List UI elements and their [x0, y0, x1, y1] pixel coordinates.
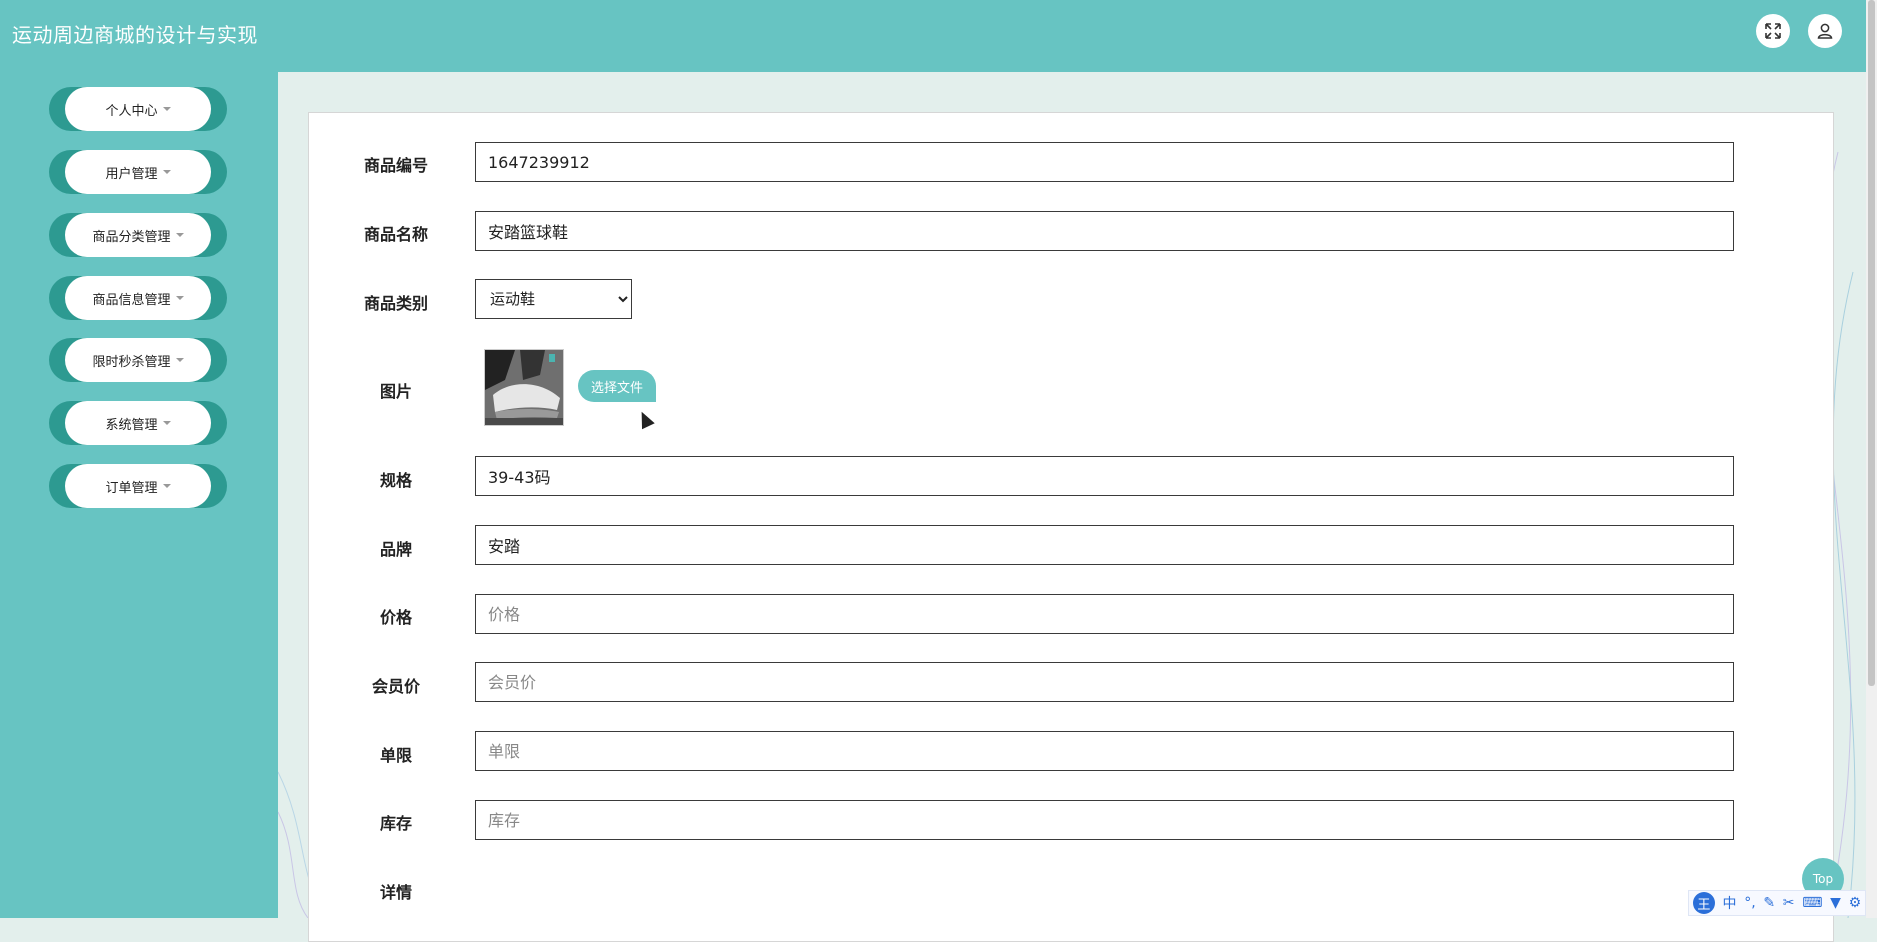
caret-down-icon	[162, 170, 171, 174]
ime-pen-icon[interactable]: ✎	[1763, 895, 1775, 911]
ime-keyboard-icon[interactable]: ⌨	[1802, 895, 1822, 911]
sidebar-item-pill: 商品信息管理	[65, 276, 211, 320]
spec-input[interactable]	[475, 456, 1734, 496]
sidebar-item-label: 个人中心	[105, 103, 158, 119]
brand-label: 品牌	[379, 540, 412, 559]
ime-settings-icon[interactable]: ⚙	[1849, 895, 1862, 911]
spec-label: 规格	[379, 471, 412, 490]
ime-mode-indicator[interactable]: 中	[1723, 893, 1737, 913]
sidebar-item-label: 用户管理	[105, 166, 158, 182]
sidebar-item-label: 订单管理	[105, 480, 158, 496]
fullscreen-button[interactable]	[1756, 14, 1790, 48]
ime-toolbar[interactable]: 王 中 °, ✎ ✂ ⌨ ▼ ⚙	[1688, 890, 1866, 916]
category-select[interactable]: 运动鞋	[475, 279, 632, 319]
sidebar-item-label: 商品信息管理	[92, 292, 171, 308]
product-no-label: 商品编号	[363, 156, 428, 175]
price-label: 价格	[379, 608, 412, 627]
caret-down-icon	[175, 296, 184, 300]
price-input[interactable]	[475, 594, 1734, 634]
ime-scissors-icon[interactable]: ✂	[1783, 895, 1795, 911]
caret-down-icon	[162, 484, 171, 488]
sidebar-item-user-management[interactable]: 用户管理	[49, 150, 227, 194]
sidebar-item-order-management[interactable]: 订单管理	[49, 464, 227, 508]
sidebar-item-label: 限时秒杀管理	[92, 354, 171, 370]
ime-punctuation-icon[interactable]: °,	[1744, 895, 1755, 911]
sidebar-item-pill: 用户管理	[65, 150, 211, 194]
product-name-label: 商品名称	[363, 225, 428, 244]
caret-down-icon	[175, 358, 184, 362]
expand-icon	[1765, 23, 1781, 39]
sidebar-item-label: 系统管理	[105, 417, 158, 433]
detail-label: 详情	[379, 883, 412, 902]
user-button[interactable]	[1808, 14, 1842, 48]
scrollbar-thumb[interactable]	[1868, 0, 1875, 686]
category-label: 商品类别	[363, 294, 428, 313]
app-title: 运动周边商城的设计与实现	[12, 23, 258, 47]
shoe-image-graphic	[485, 350, 563, 425]
member-price-input[interactable]	[475, 662, 1734, 702]
caret-down-icon	[162, 421, 171, 425]
member-price-label: 会员价	[371, 677, 420, 696]
choose-file-button[interactable]: 选择文件	[578, 370, 656, 402]
caret-down-icon	[162, 107, 171, 111]
ime-skin-icon[interactable]: ▼	[1830, 895, 1841, 911]
sidebar-item-product-management[interactable]: 商品信息管理	[49, 276, 227, 320]
sidebar-item-pill: 订单管理	[65, 464, 211, 508]
sidebar-item-label: 商品分类管理	[92, 229, 171, 245]
sidebar-item-pill: 限时秒杀管理	[65, 338, 211, 382]
vertical-scrollbar[interactable]	[1866, 0, 1877, 918]
caret-down-icon	[175, 233, 184, 237]
user-icon	[1817, 23, 1833, 39]
brand-input[interactable]	[475, 525, 1734, 565]
top-header: 运动周边商城的设计与实现	[0, 0, 1866, 72]
purchase-limit-label: 单限	[379, 746, 412, 765]
sidebar-item-flash-sale-management[interactable]: 限时秒杀管理	[49, 338, 227, 382]
sidebar-item-personal-center[interactable]: 个人中心	[49, 87, 227, 131]
sidebar-item-category-management[interactable]: 商品分类管理	[49, 213, 227, 257]
product-name-input[interactable]	[475, 211, 1734, 251]
product-image-thumbnail	[484, 349, 564, 426]
sidebar-item-pill: 个人中心	[65, 87, 211, 131]
stock-input[interactable]	[475, 800, 1734, 840]
purchase-limit-input[interactable]	[475, 731, 1734, 771]
image-label: 图片	[379, 382, 412, 401]
product-no-input[interactable]	[475, 142, 1734, 182]
ime-logo-icon: 王	[1692, 892, 1715, 914]
sidebar-item-pill: 商品分类管理	[65, 213, 211, 257]
sidebar-item-system-management[interactable]: 系统管理	[49, 401, 227, 445]
stock-label: 库存	[379, 814, 412, 833]
sidebar: 个人中心 用户管理 商品分类管理 商品信息管理 限时秒杀管理 系统管理 订单管理	[0, 72, 278, 918]
sidebar-item-pill: 系统管理	[65, 401, 211, 445]
